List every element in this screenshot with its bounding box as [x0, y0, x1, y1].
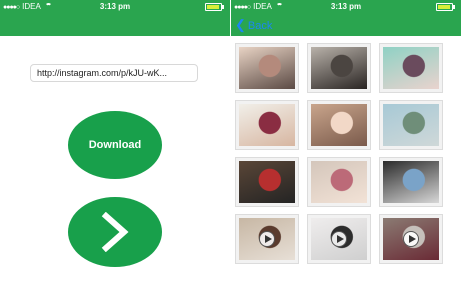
thumbnail-image	[239, 104, 295, 146]
thumbnail-image	[383, 161, 439, 203]
right-screen: ●●●●○ IDEA 3:13 pm ❮ Back	[231, 0, 461, 286]
thumbnail-image	[383, 47, 439, 89]
status-bar: ●●●●○ IDEA 3:13 pm	[231, 0, 461, 14]
photo-thumbnail[interactable]	[235, 100, 299, 150]
status-time: 3:13 pm	[330, 2, 362, 11]
photo-thumbnail[interactable]	[307, 100, 371, 150]
battery-level	[438, 5, 450, 9]
thumbnail-image	[383, 104, 439, 146]
play-icon	[259, 231, 275, 247]
status-time: 3:13 pm	[99, 2, 131, 11]
battery-icon	[205, 3, 224, 11]
play-icon	[331, 231, 347, 247]
nav-bar: ●●●●○ IDEA 3:13 pm	[0, 0, 230, 36]
back-button[interactable]: ❮ Back	[235, 17, 272, 33]
photo-thumbnail[interactable]	[379, 100, 443, 150]
next-button[interactable]	[68, 197, 162, 267]
status-bar: ●●●●○ IDEA 3:13 pm	[0, 0, 230, 14]
battery-icon	[436, 3, 455, 11]
video-thumbnail[interactable]	[379, 214, 443, 264]
thumbnail-image	[239, 161, 295, 203]
url-input[interactable]	[30, 64, 198, 82]
battery-level	[207, 5, 219, 9]
photo-thumbnail[interactable]	[307, 157, 371, 207]
nav-bar: ●●●●○ IDEA 3:13 pm ❮ Back	[231, 0, 461, 36]
photo-thumbnail[interactable]	[379, 43, 443, 93]
thumbnail-image	[311, 104, 367, 146]
back-button-label: Back	[247, 20, 273, 32]
photo-thumbnail[interactable]	[307, 43, 371, 93]
photo-thumbnail[interactable]	[235, 43, 299, 93]
chevron-left-icon: ❮	[235, 17, 246, 32]
thumbnail-image	[311, 47, 367, 89]
video-thumbnail[interactable]	[235, 214, 299, 264]
download-button-label: Download	[88, 139, 142, 151]
thumbnail-image	[239, 47, 295, 89]
download-button[interactable]: Download	[68, 111, 162, 179]
video-thumbnail[interactable]	[307, 214, 371, 264]
photo-thumbnail[interactable]	[235, 157, 299, 207]
photo-thumbnail[interactable]	[379, 157, 443, 207]
play-icon	[403, 231, 419, 247]
thumbnail-image	[311, 161, 367, 203]
left-screen: ●●●●○IDEA 3:13 pm Download	[0, 0, 230, 286]
chevron-right-icon	[101, 212, 129, 252]
